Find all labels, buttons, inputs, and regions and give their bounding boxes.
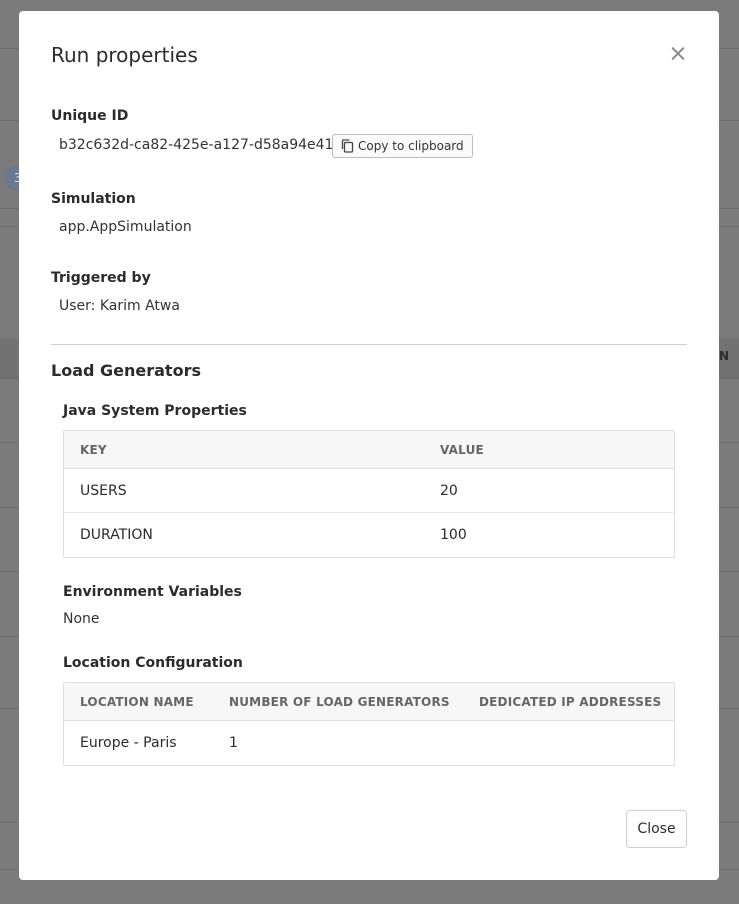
table-row: Europe - Paris 1 (64, 721, 674, 765)
triggered-by-value: User: Karim Atwa (59, 298, 180, 314)
java-system-properties-label: Java System Properties (63, 403, 247, 419)
property-value: 100 (440, 527, 467, 543)
table-header: KEY VALUE (64, 431, 674, 469)
close-button[interactable]: Close (626, 810, 687, 848)
column-header-number-of-load-generators: NUMBER OF LOAD GENERATORS (229, 695, 450, 709)
table-row: USERS 20 (64, 469, 674, 513)
simulation-label: Simulation (51, 191, 136, 207)
load-generators-title: Load Generators (51, 361, 201, 380)
column-header-location-name: LOCATION NAME (80, 695, 194, 709)
environment-variables-label: Environment Variables (63, 584, 242, 600)
column-header-value: VALUE (440, 443, 484, 457)
environment-variables-value: None (63, 611, 100, 627)
property-value: 20 (440, 483, 458, 499)
bg-column-header-fragment: N (719, 349, 730, 363)
table-row: DURATION 100 (64, 513, 674, 557)
triggered-by-label: Triggered by (51, 270, 151, 286)
load-generator-count: 1 (229, 735, 238, 751)
copy-to-clipboard-button[interactable]: Copy to clipboard (332, 134, 473, 158)
property-key: USERS (80, 483, 127, 499)
modal-title: Run properties (51, 43, 198, 67)
java-properties-table: KEY VALUE USERS 20 DURATION 100 (63, 430, 675, 558)
copy-button-label: Copy to clipboard (358, 139, 464, 153)
column-header-dedicated-ip-addresses: DEDICATED IP ADDRESSES (479, 695, 662, 709)
unique-id-label: Unique ID (51, 108, 129, 124)
copy-icon (341, 139, 354, 153)
column-header-key: KEY (80, 443, 107, 457)
simulation-value: app.AppSimulation (59, 219, 192, 235)
run-properties-modal: Run properties Unique ID b32c632d-ca82-4… (19, 11, 719, 880)
section-divider (51, 344, 687, 345)
table-header: LOCATION NAME NUMBER OF LOAD GENERATORS … (64, 683, 674, 721)
location-configuration-label: Location Configuration (63, 655, 243, 671)
location-table: LOCATION NAME NUMBER OF LOAD GENERATORS … (63, 682, 675, 766)
close-icon[interactable] (667, 43, 689, 65)
unique-id-value: b32c632d-ca82-425e-a127-d58a94e411cd (59, 137, 359, 153)
property-key: DURATION (80, 527, 153, 543)
location-name: Europe - Paris (80, 735, 177, 751)
